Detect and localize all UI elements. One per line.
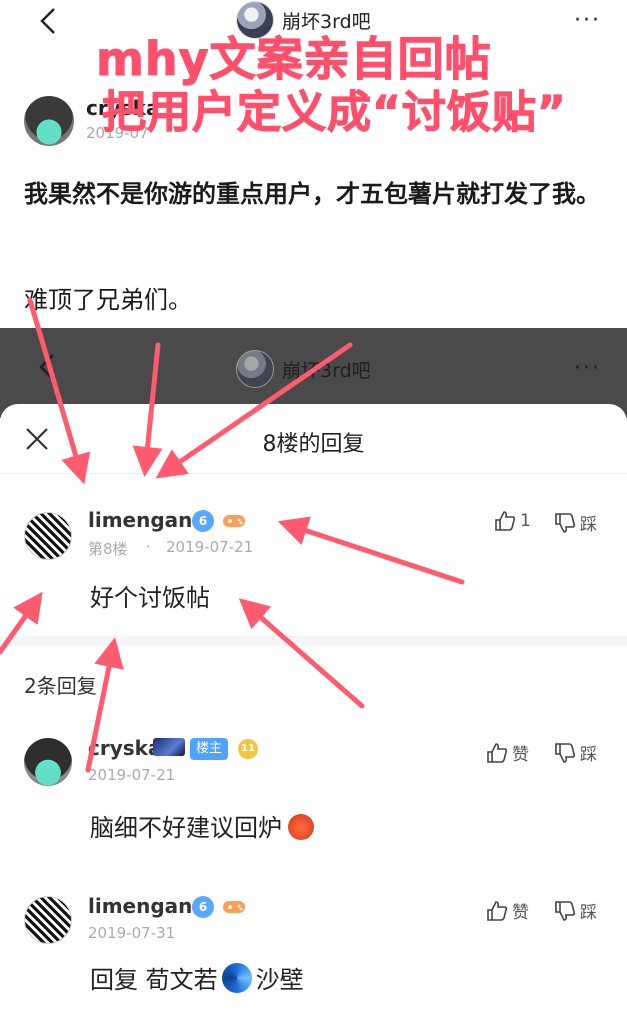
dislike-button[interactable]: 踩 bbox=[554, 510, 597, 535]
reply-date: 2019-07-31 bbox=[88, 924, 176, 942]
back-arrow-icon bbox=[39, 354, 54, 380]
op-body-text-2: 难顶了兄弟们。 bbox=[24, 286, 192, 314]
like-label: 赞 bbox=[512, 903, 529, 923]
reply-username[interactable]: limengan bbox=[88, 894, 192, 918]
sheet-title: 8楼的回复 bbox=[262, 432, 365, 457]
floor-date: 2019-07-21 bbox=[166, 538, 254, 556]
forum-name: 崩坏3rd吧 bbox=[282, 10, 371, 33]
gamepad-icon bbox=[223, 515, 245, 527]
gamepad-icon bbox=[223, 901, 245, 913]
forum-avatar bbox=[236, 350, 274, 388]
reply-text: 回复 荀文若 沙壁 bbox=[90, 960, 304, 996]
thumbs-up-icon bbox=[495, 511, 516, 531]
dislike-label: 踩 bbox=[580, 515, 597, 535]
dislike-button[interactable]: 踩 bbox=[554, 898, 597, 923]
verified-badge-icon: 6 bbox=[192, 896, 214, 918]
floor-number: 第8楼 bbox=[88, 540, 128, 558]
forum-name: 崩坏3rd吧 bbox=[282, 359, 371, 382]
swirl-emblem-icon bbox=[221, 963, 252, 993]
reply-count: 2条回复 bbox=[24, 674, 97, 698]
like-button[interactable]: 赞 bbox=[486, 740, 529, 765]
like-label: 赞 bbox=[512, 745, 529, 765]
reply-sheet: 8楼的回复 limengan 6 第8楼 · 2019-07-21 好个讨饭帖 … bbox=[0, 404, 627, 1024]
thumbs-down-icon bbox=[555, 512, 576, 533]
thumbs-down-icon bbox=[555, 900, 576, 921]
level-badge-icon: 11 bbox=[238, 739, 258, 759]
floor-text: 好个讨饭帖 bbox=[90, 584, 210, 612]
avatar[interactable] bbox=[24, 738, 72, 786]
user-flair-icon bbox=[153, 738, 185, 756]
more-options-icon: ··· bbox=[574, 356, 601, 381]
like-button[interactable]: 赞 bbox=[486, 898, 529, 923]
section-divider bbox=[0, 636, 627, 646]
dislike-button[interactable]: 踩 bbox=[554, 740, 597, 765]
reply-text-suffix: 沙壁 bbox=[255, 966, 304, 994]
caption-line-2: 把用户定义成“讨饭贴” bbox=[102, 87, 567, 139]
thumbs-up-icon bbox=[487, 900, 508, 921]
reply-date: 2019-07-21 bbox=[88, 766, 176, 784]
sheet-header: 8楼的回复 bbox=[0, 404, 627, 474]
floor-username[interactable]: limengan bbox=[88, 508, 192, 532]
reply-text: 脑细不好建议回炉 bbox=[90, 808, 314, 843]
avatar[interactable] bbox=[24, 896, 72, 944]
verified-badge-icon: 6 bbox=[192, 510, 214, 532]
op-avatar[interactable] bbox=[24, 96, 74, 146]
reply-text-content: 脑细不好建议回炉 bbox=[90, 814, 282, 842]
dislike-label: 踩 bbox=[580, 903, 597, 923]
reply-username[interactable]: cryska bbox=[88, 736, 161, 760]
op-body-text: 我果然不是你游的重点用户，才五包薯片就打发了我。 bbox=[24, 180, 600, 208]
overlay-caption: mhy文案亲自回帖 把用户定义成“讨饭贴” bbox=[96, 32, 567, 140]
dimmed-forum-title: 崩坏3rd吧 bbox=[236, 350, 371, 388]
reply-text-prefix: 回复 荀文若 bbox=[90, 966, 218, 994]
like-count: 1 bbox=[520, 511, 531, 531]
back-arrow-icon[interactable] bbox=[34, 6, 62, 36]
caption-line-1: mhy文案亲自回帖 bbox=[96, 32, 492, 87]
op-badge: 楼主 bbox=[190, 738, 229, 760]
meta-dot: · bbox=[146, 538, 151, 556]
avatar[interactable] bbox=[24, 512, 72, 560]
more-options-icon[interactable]: ··· bbox=[574, 8, 601, 33]
like-button[interactable]: 1 bbox=[494, 510, 531, 532]
angry-emoji-icon bbox=[288, 814, 314, 840]
thumbs-up-icon bbox=[487, 742, 508, 763]
floor-post: limengan 6 第8楼 · 2019-07-21 好个讨饭帖 1 踩 bbox=[0, 500, 627, 635]
thumbs-down-icon bbox=[555, 742, 576, 763]
dislike-label: 踩 bbox=[580, 745, 597, 765]
